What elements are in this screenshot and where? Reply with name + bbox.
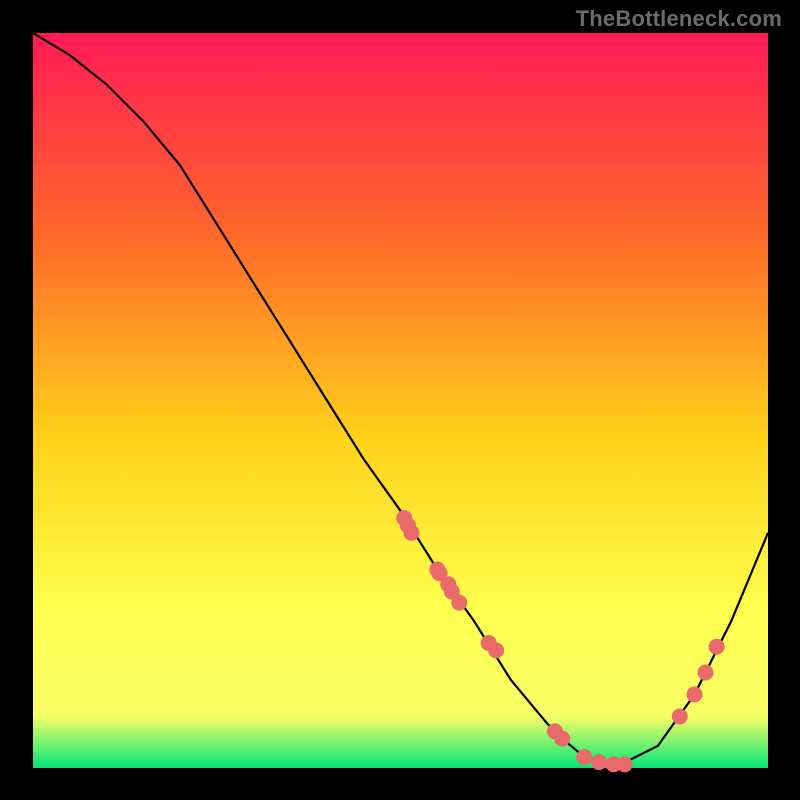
marker-dot bbox=[591, 754, 607, 770]
marker-dot bbox=[554, 731, 570, 747]
plot-background bbox=[33, 33, 768, 768]
marker-dot bbox=[451, 595, 467, 611]
marker-dot bbox=[698, 665, 714, 681]
marker-dot bbox=[709, 639, 725, 655]
marker-dot bbox=[404, 525, 420, 541]
chart-frame: { "watermark": "TheBottleneck.com", "col… bbox=[0, 0, 800, 800]
marker-dot bbox=[672, 709, 688, 725]
marker-dot bbox=[687, 687, 703, 703]
marker-dot bbox=[576, 749, 592, 765]
marker-dot bbox=[617, 756, 633, 772]
marker-dot bbox=[488, 642, 504, 658]
bottleneck-chart bbox=[0, 0, 800, 800]
watermark-text: TheBottleneck.com bbox=[576, 6, 782, 32]
